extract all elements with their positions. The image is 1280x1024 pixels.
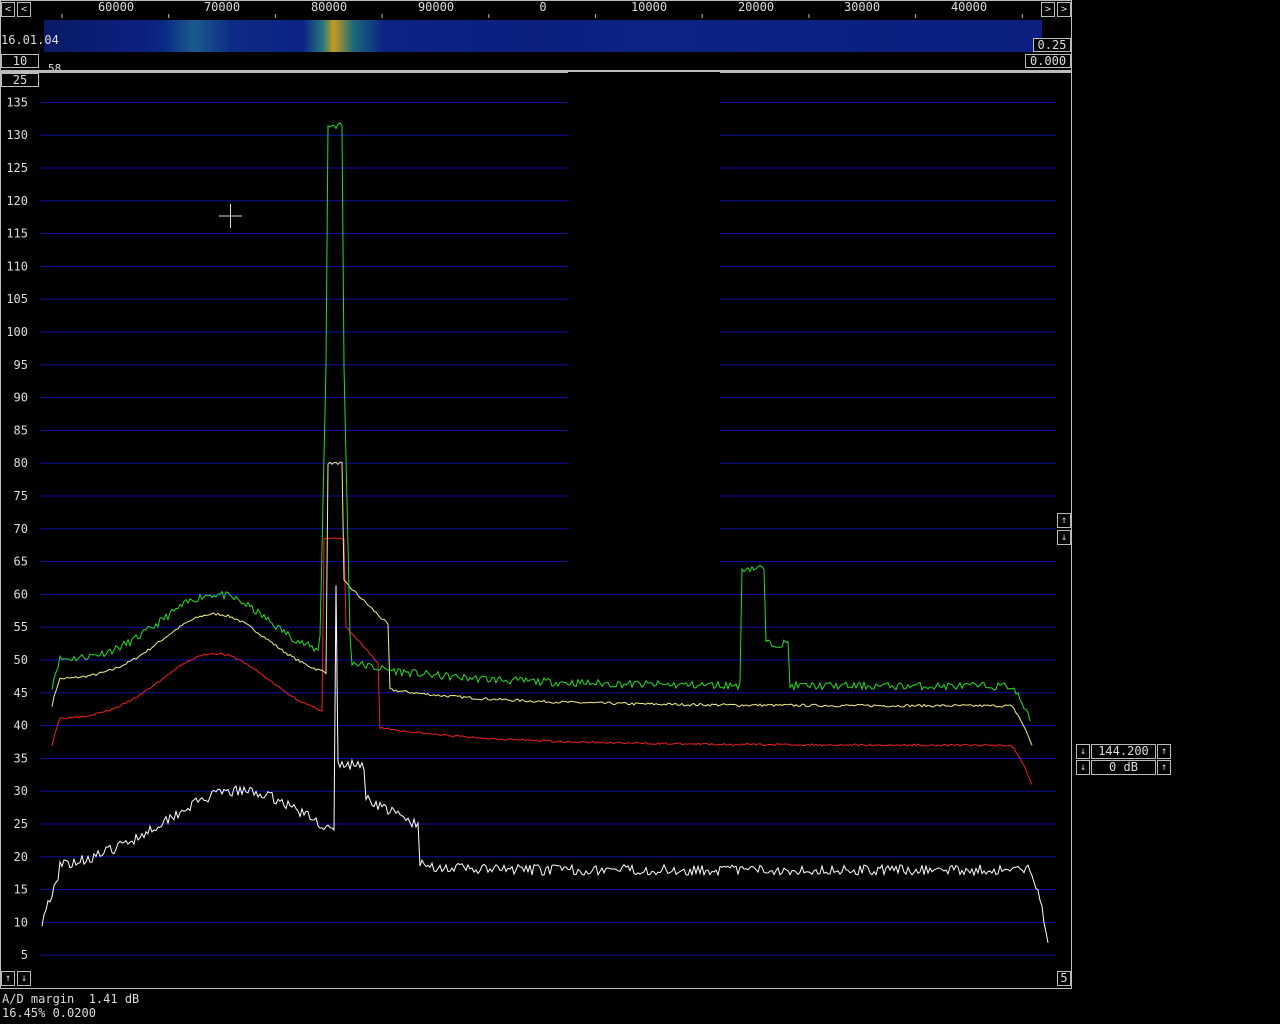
scale-up-button[interactable]: ↑ <box>1 971 15 986</box>
y-tick-label: 130 <box>6 128 28 142</box>
frequency-control[interactable]: ↓ 144.200 ↑ ↓ 0 dB ↑ <box>1076 744 1173 777</box>
freq-label-80000: 80000 <box>310 0 348 14</box>
spectrum-frame <box>0 72 1072 989</box>
spectrum-graph[interactable]: 1351301251201151101051009590858075706560… <box>0 72 1072 990</box>
y-tick-label: 30 <box>14 784 28 798</box>
bottom-right-box[interactable]: 5 <box>1057 971 1071 986</box>
y-tick-label: 105 <box>6 292 28 306</box>
y-tick-label: 85 <box>14 423 28 437</box>
down-arrow-icon[interactable]: ↓ <box>1057 530 1071 545</box>
green-trace <box>51 122 1031 722</box>
crosshair-icon <box>219 204 242 228</box>
waterfall-strip[interactable] <box>44 20 1042 52</box>
y-tick-label: 100 <box>6 325 28 339</box>
y-tick-label: 70 <box>14 522 28 536</box>
y-tick-label: 60 <box>14 587 28 601</box>
freq-label-30000: 30000 <box>843 0 881 14</box>
gain-down-arrow-icon[interactable]: ↓ <box>1076 760 1090 775</box>
waterfall-value-58: 58 <box>48 62 62 70</box>
up-arrow-icon[interactable]: ↑ <box>1057 513 1071 528</box>
waterfall-box-025[interactable]: 0.25 <box>1033 38 1071 52</box>
y-tick-label: 135 <box>6 95 28 109</box>
scale-down-button[interactable]: ↓ <box>17 971 31 986</box>
gain-readout[interactable]: 0 dB <box>1091 760 1156 775</box>
status-line-2: 16.45% 0.0200 <box>2 1006 96 1020</box>
y-tick-label: 80 <box>14 456 28 470</box>
y-tick-label: 115 <box>6 227 28 241</box>
y-tick-label: 125 <box>6 161 28 175</box>
y-tick-label: 35 <box>14 751 28 765</box>
y-tick-label: 90 <box>14 391 28 405</box>
y-tick-label: 75 <box>14 489 28 503</box>
y-tick-label: 25 <box>14 817 28 831</box>
y-tick-label: 5 <box>21 948 28 962</box>
freq-label-60000: 60000 <box>97 0 135 14</box>
spectrum-traces <box>41 122 1049 943</box>
y-tick-label: 45 <box>14 686 28 700</box>
y-tick-label: 55 <box>14 620 28 634</box>
y-tick-label: 15 <box>14 883 28 897</box>
red-trace <box>51 537 1033 785</box>
spectrum-grid <box>40 101 1056 956</box>
freq-down-arrow-icon[interactable]: ↓ <box>1076 744 1090 759</box>
y-tick-label: 65 <box>14 555 28 569</box>
y-tick-label: 120 <box>6 194 28 208</box>
average-box[interactable]: 25 <box>1 73 39 87</box>
waterfall-time: 16.01.04 <box>1 33 59 47</box>
freq-label-90000: 90000 <box>417 0 455 14</box>
gain-up-arrow-icon[interactable]: ↑ <box>1157 760 1171 775</box>
freq-label-20000: 20000 <box>737 0 775 14</box>
freq-label-10000: 10000 <box>630 0 668 14</box>
y-tick-label: 20 <box>14 850 28 864</box>
frequency-readout[interactable]: 144.200 <box>1091 744 1156 759</box>
waterfall-panel: < < > > 60000 70000 80000 90000 0 10000 … <box>0 0 1072 72</box>
y-tick-label: 95 <box>14 358 28 372</box>
freq-label-0: 0 <box>539 0 547 14</box>
freq-label-70000: 70000 <box>203 0 241 14</box>
freq-up-arrow-icon[interactable]: ↑ <box>1157 744 1171 759</box>
spectrum-blank-region <box>568 72 720 572</box>
y-tick-label: 40 <box>14 719 28 733</box>
y-tick-label: 10 <box>14 915 28 929</box>
y-tick-label: 110 <box>6 259 28 273</box>
ad-margin-status: A/D margin 1.41 dB <box>2 992 140 1006</box>
waterfall-box-0000[interactable]: 0.000 <box>1025 54 1071 68</box>
waterfall-box-10[interactable]: 10 <box>1 54 39 68</box>
y-axis-labels: 1351301251201151101051009590858075706560… <box>6 95 28 962</box>
y-tick-label: 50 <box>14 653 28 667</box>
yellow-trace <box>51 461 1033 746</box>
freq-label-40000: 40000 <box>950 0 988 14</box>
